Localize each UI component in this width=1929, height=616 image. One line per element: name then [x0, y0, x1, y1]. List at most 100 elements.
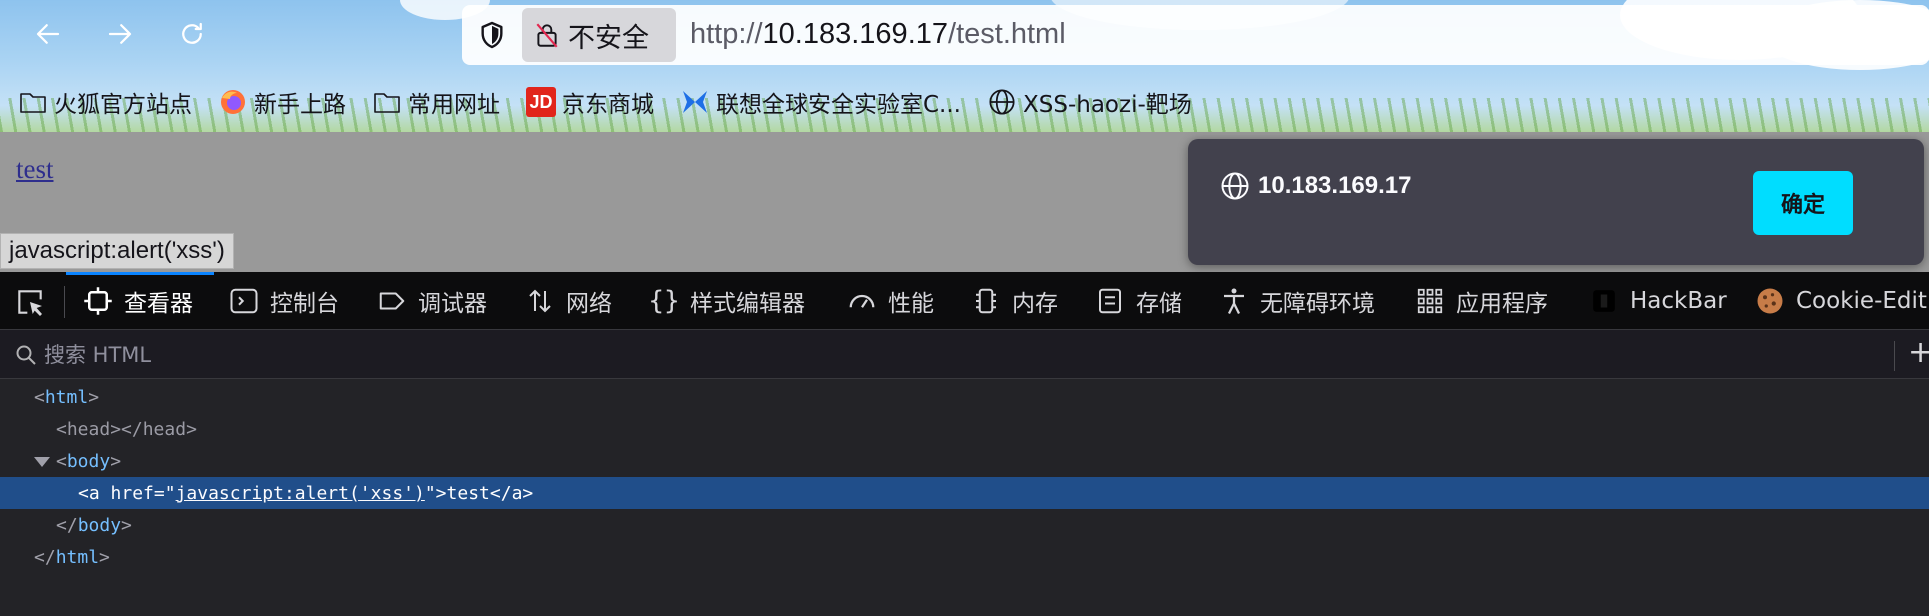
bookmark-label: 新手上路: [254, 92, 346, 118]
url-prefix: http://: [690, 18, 763, 50]
console-icon: [228, 285, 260, 317]
search-icon: [16, 345, 36, 365]
reload-icon: [182, 22, 202, 44]
node-body-open[interactable]: < body >: [0, 445, 1929, 477]
url-path: /test.html: [948, 18, 1066, 50]
node-anchor-selected[interactable]: < a href =" javascript:alert('xss') " > test </…: [0, 477, 1929, 509]
url-bar[interactable]: 不安全 http://10.183.169.17/test.html: [462, 5, 1929, 65]
devtools-toolbar: 查看器 控制台 调试器 网络 {} 样式编辑器 性能 内存 存储 无障碍环境 应…: [0, 272, 1929, 330]
tab-debugger[interactable]: 调试器: [376, 272, 487, 330]
tab-label: 控制台: [270, 291, 339, 317]
tab-label: 无障碍环境: [1260, 291, 1375, 317]
dialog-origin: 10.183.169.17: [1220, 171, 1411, 201]
tab-application[interactable]: 应用程序: [1414, 272, 1548, 330]
tab-label: 网络: [566, 291, 612, 317]
bookmark-label: 联想全球安全实验室C...: [716, 92, 961, 118]
accessibility-icon: [1218, 285, 1250, 317]
butterfly-logo-icon: [680, 87, 710, 117]
tab-memory[interactable]: 内存: [970, 272, 1058, 330]
tab-console[interactable]: 控制台: [228, 272, 339, 330]
globe-icon: [1221, 172, 1249, 200]
tab-label: 样式编辑器: [690, 291, 805, 317]
tag-name: body: [66, 450, 111, 472]
text-node: test: [446, 482, 490, 504]
back-button[interactable]: [28, 14, 68, 54]
node-html-open[interactable]: < html >: [0, 381, 1929, 413]
tag-name: body: [77, 514, 122, 536]
bookmark-label: 火狐官方站点: [54, 92, 192, 118]
toolbar-separator: [1894, 341, 1895, 371]
tab-label: 性能: [888, 291, 934, 317]
search-html-input[interactable]: [44, 337, 1884, 373]
bookmark-firefox-official[interactable]: 火狐官方站点: [18, 85, 192, 119]
tag-name: a: [88, 482, 100, 504]
back-arrow-icon: [36, 24, 60, 44]
tab-performance[interactable]: 性能: [846, 272, 934, 330]
tab-label: 应用程序: [1456, 291, 1548, 317]
firefox-icon: [218, 87, 248, 117]
url-text[interactable]: http://10.183.169.17/test.html: [690, 18, 1066, 51]
forward-button[interactable]: [100, 14, 140, 54]
grid-icon: [1414, 285, 1446, 317]
picker-icon: [18, 290, 42, 316]
node-body-close[interactable]: </body >: [0, 509, 1929, 541]
link-status-tooltip: javascript:alert('xss'): [0, 233, 234, 269]
node-html-close[interactable]: </html >: [0, 541, 1929, 573]
bookmark-jd[interactable]: JD 京东商城: [526, 85, 654, 119]
tag-name: head: [142, 418, 187, 440]
node-head[interactable]: < head ></head >: [0, 413, 1929, 445]
tab-hackbar[interactable]: HackBar: [1588, 272, 1727, 330]
tab-label: 存储: [1136, 291, 1182, 317]
forward-arrow-icon: [108, 24, 132, 44]
toolbar-separator: [64, 286, 65, 318]
debugger-icon: [376, 285, 408, 317]
cookie-icon: [1754, 285, 1786, 317]
jd-logo-icon: JD: [526, 87, 556, 117]
bookmark-label: XSS-haozi-靶场: [1023, 92, 1192, 118]
ok-button[interactable]: 确定: [1753, 171, 1853, 235]
network-icon: [524, 285, 556, 317]
element-picker-button[interactable]: [12, 284, 48, 320]
tab-style-editor[interactable]: {} 样式编辑器: [648, 272, 805, 330]
tag-name: a: [511, 482, 523, 504]
globe-icon: [987, 87, 1017, 117]
tab-label: 查看器: [124, 291, 193, 317]
folder-icon: [18, 87, 48, 117]
tab-storage[interactable]: 存储: [1094, 272, 1182, 330]
tab-label: 内存: [1012, 291, 1058, 317]
markup-tree: < html > < head ></head > < body > < a href =" jav…: [0, 379, 1929, 616]
url-host: 10.183.169.17: [762, 18, 949, 50]
reload-button[interactable]: [172, 14, 212, 54]
tag-name: html: [44, 386, 89, 408]
dialog-host-label: 10.183.169.17: [1258, 172, 1412, 199]
attr-name: href: [110, 482, 154, 504]
tab-network[interactable]: 网络: [524, 272, 612, 330]
bookmark-common-sites[interactable]: 常用网址: [372, 85, 500, 119]
tracking-shield-icon[interactable]: [476, 19, 508, 51]
braces-icon: {}: [648, 286, 680, 316]
storage-icon: [1094, 285, 1126, 317]
alert-dialog: 10.183.169.17 确定: [1188, 139, 1924, 265]
bookmark-label: 京东商城: [562, 92, 654, 118]
bookmark-getting-started[interactable]: 新手上路: [218, 85, 346, 119]
tab-accessibility[interactable]: 无障碍环境: [1218, 272, 1375, 330]
gauge-icon: [846, 285, 878, 317]
tab-inspector[interactable]: 查看器: [82, 272, 193, 330]
bookmarks-toolbar: 火狐官方站点 新手上路 常用网址 JD 京东商城 联想全球安全实验室C... X…: [18, 82, 1218, 122]
tab-label: HackBar: [1630, 288, 1727, 314]
site-security-button[interactable]: 不安全: [522, 8, 676, 62]
test-link[interactable]: test: [16, 154, 54, 185]
attr-value-link[interactable]: javascript:alert('xss'): [176, 483, 425, 504]
html-search-bar: +: [0, 331, 1929, 379]
insecure-lock-icon: [536, 23, 558, 48]
add-node-button[interactable]: +: [1908, 335, 1929, 370]
bookmark-label: 常用网址: [408, 92, 500, 118]
expand-twisty-icon[interactable]: [34, 457, 50, 467]
inspector-icon: [82, 285, 114, 317]
bookmark-xss-range[interactable]: XSS-haozi-靶场: [987, 85, 1192, 119]
hackbar-icon: [1588, 285, 1620, 317]
tab-cookie-editor[interactable]: Cookie-Edit: [1754, 272, 1927, 330]
memory-icon: [970, 285, 1002, 317]
bookmark-lenovo-lab[interactable]: 联想全球安全实验室C...: [680, 85, 961, 119]
tag-name: head: [66, 418, 111, 440]
